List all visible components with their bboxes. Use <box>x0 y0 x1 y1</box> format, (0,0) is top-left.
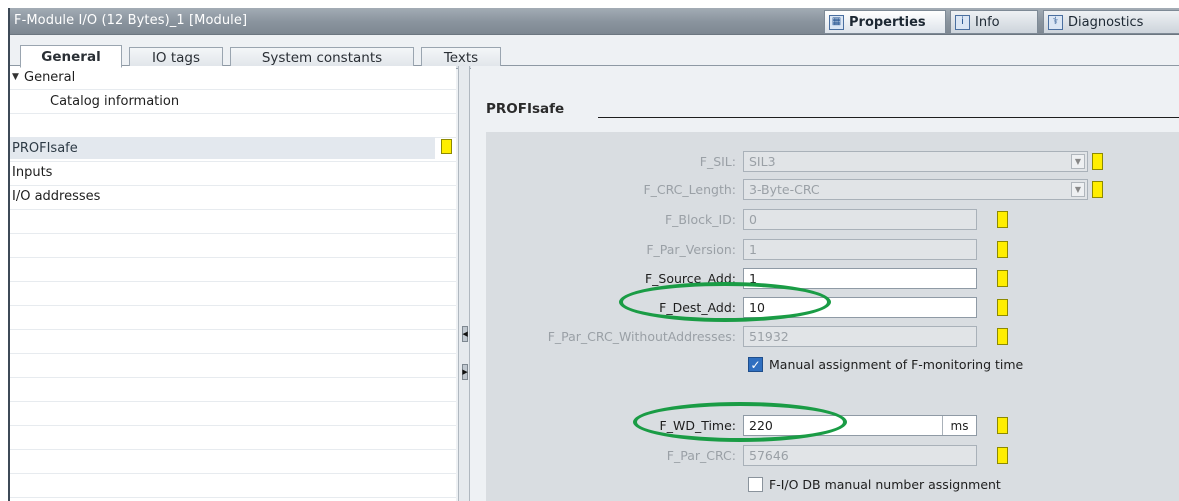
nav-item-label: General <box>24 69 76 85</box>
section-divider <box>598 117 1179 118</box>
section-title: PROFIsafe <box>486 101 565 117</box>
f-par-version-value: 1 <box>749 242 757 257</box>
diagnostics-icon: ⚕ <box>1048 14 1063 30</box>
f-crc-length-value: 3-Byte-CRC <box>749 182 820 197</box>
f-wd-time-unit: ms <box>942 416 976 435</box>
chevron-down-icon[interactable]: ▼ <box>1071 182 1085 197</box>
profisafe-parameters: F_SIL: SIL3 ▼ F_CRC_Length: 3-Byte-CRC ▼… <box>486 132 1179 501</box>
nav-item-general[interactable]: ▼ General <box>12 66 432 88</box>
nav-item-label: I/O addresses <box>12 188 101 204</box>
f-par-crc-without-addresses-label: F_Par_CRC_WithoutAddresses: <box>547 329 736 344</box>
highlight-ring-wd-time <box>633 402 847 442</box>
f-block-id-field[interactable]: 0 <box>743 209 977 230</box>
f-crc-length-indicator <box>1092 181 1103 198</box>
f-crc-length-dropdown[interactable]: 3-Byte-CRC ▼ <box>743 179 1088 200</box>
nav-item-catalog-information[interactable]: Catalog information <box>50 90 432 112</box>
f-par-version-indicator <box>997 241 1008 258</box>
properties-pane: PROFIsafe F_SIL: SIL3 ▼ F_CRC_Length: 3-… <box>471 66 1179 501</box>
chevron-down-icon[interactable]: ▼ <box>1071 154 1085 169</box>
f-sil-indicator <box>1092 153 1103 170</box>
f-sil-dropdown[interactable]: SIL3 ▼ <box>743 151 1088 172</box>
f-block-id-indicator <box>997 211 1008 228</box>
diagnostics-view-button[interactable]: ⚕ Diagnostics <box>1043 10 1179 34</box>
nav-item-io-addresses[interactable]: I/O addresses <box>12 185 432 207</box>
f-par-crc-without-addresses-field[interactable]: 51932 <box>743 326 977 347</box>
navigation-tree: ▼ General Catalog information PROFIsafe … <box>10 66 456 501</box>
f-par-crc-label: F_Par_CRC: <box>666 448 736 463</box>
collapse-right-icon[interactable]: ▶ <box>462 364 468 380</box>
f-crc-length-label: F_CRC_Length: <box>643 182 736 197</box>
f-source-add-indicator <box>997 270 1008 287</box>
nav-item-label: PROFIsafe <box>12 140 78 156</box>
nav-item-label: Catalog information <box>50 93 180 109</box>
properties-icon: ▦ <box>829 14 844 30</box>
f-dest-add-indicator <box>997 299 1008 316</box>
nav-item-label: Inputs <box>12 164 53 180</box>
f-par-crc-without-addresses-indicator <box>997 328 1008 345</box>
f-par-crc-field[interactable]: 57646 <box>743 445 977 466</box>
fio-db-manual-checkbox[interactable] <box>748 477 763 492</box>
f-par-version-field[interactable]: 1 <box>743 239 977 260</box>
f-sil-value: SIL3 <box>749 154 776 169</box>
expand-caret-icon[interactable]: ▼ <box>12 72 24 82</box>
info-icon: i <box>955 14 970 30</box>
diagnostics-view-label: Diagnostics <box>1068 14 1144 30</box>
window-title: F-Module I/O (12 Bytes)_1 [Module] <box>14 13 248 28</box>
title-bar: F-Module I/O (12 Bytes)_1 [Module] ▦ Pro… <box>10 8 1179 35</box>
inspector-window: F-Module I/O (12 Bytes)_1 [Module] ▦ Pro… <box>8 8 1179 501</box>
f-sil-label: F_SIL: <box>699 154 736 169</box>
info-view-button[interactable]: i Info <box>950 10 1038 34</box>
f-block-id-label: F_Block_ID: <box>664 212 736 227</box>
f-par-crc-value: 57646 <box>749 448 789 463</box>
collapse-left-icon[interactable]: ◀ <box>462 326 468 342</box>
fio-db-manual-label: F-I/O DB manual number assignment <box>769 477 1001 492</box>
manual-monitoring-checkbox[interactable]: ✓ <box>748 357 763 372</box>
pane-splitter[interactable]: ◀ ▶ <box>458 66 470 501</box>
tab-general[interactable]: General <box>20 45 122 68</box>
properties-view-label: Properties <box>849 14 926 30</box>
nav-item-profisafe[interactable]: PROFIsafe <box>10 137 435 159</box>
properties-view-button[interactable]: ▦ Properties <box>824 10 946 34</box>
compile-marker-indicator <box>441 139 452 154</box>
manual-monitoring-label: Manual assignment of F-monitoring time <box>769 357 1024 372</box>
f-par-crc-without-addresses-value: 51932 <box>749 329 789 344</box>
f-block-id-value: 0 <box>749 212 757 227</box>
f-wd-time-indicator <box>997 417 1008 434</box>
nav-item-inputs[interactable]: Inputs <box>12 161 432 183</box>
info-view-label: Info <box>975 14 1000 30</box>
tab-strip: General IO tags System constants Texts <box>10 35 1179 69</box>
f-par-crc-indicator <box>997 447 1008 464</box>
f-par-version-label: F_Par_Version: <box>646 242 736 257</box>
highlight-ring-dest-add <box>619 282 831 322</box>
